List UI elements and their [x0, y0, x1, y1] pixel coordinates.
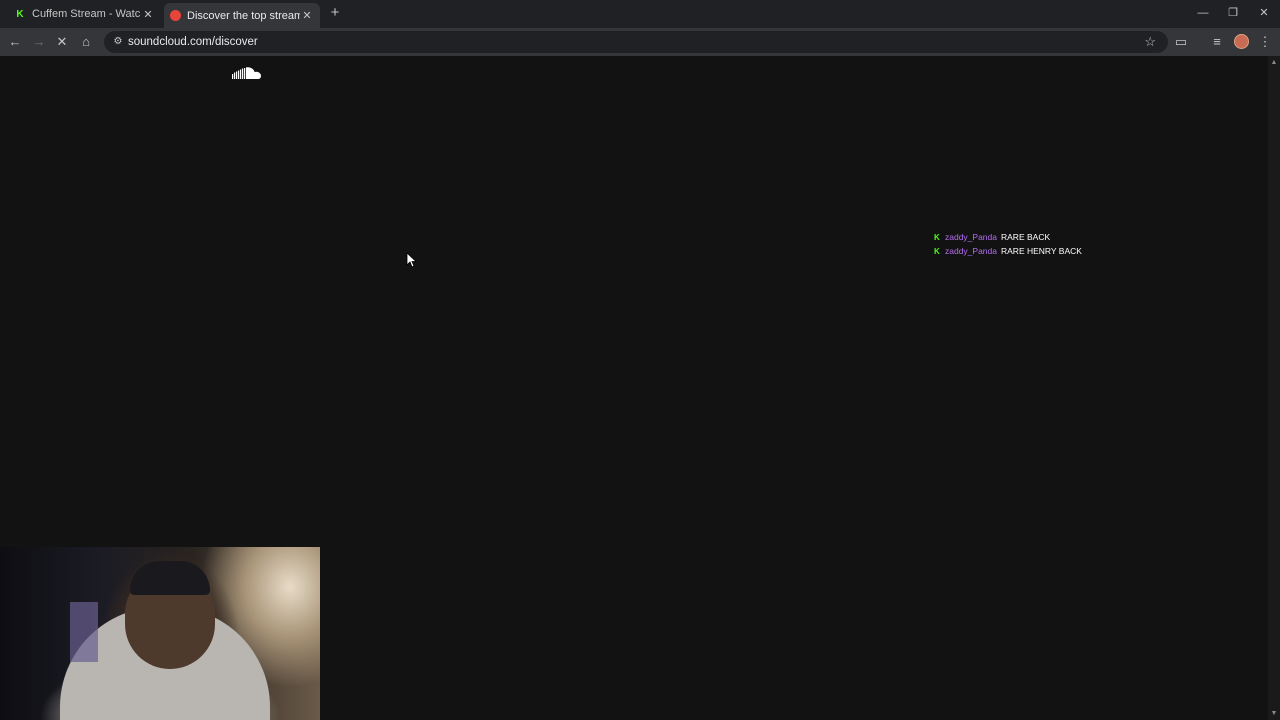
back-icon[interactable]: ←: [7, 34, 23, 50]
webcam-overlay: [0, 547, 320, 720]
url-text[interactable]: soundcloud.com/discover: [128, 31, 258, 53]
scroll-up-icon[interactable]: ▲: [1270, 59, 1278, 66]
chat-message: K zaddy_Panda RARE BACK: [934, 230, 1082, 244]
site-info-icon[interactable]: ⚙: [111, 35, 125, 49]
kick-badge-icon: K: [934, 232, 940, 242]
bookmark-star-icon[interactable]: ☆: [1144, 34, 1156, 50]
close-window-button[interactable]: ✕: [1255, 5, 1273, 21]
mouse-cursor-icon: [406, 252, 416, 268]
chat-text: RARE HENRY BACK: [1001, 246, 1082, 256]
chat-username: zaddy_Panda: [945, 232, 997, 242]
chat-message: K zaddy_Panda RARE HENRY BACK: [934, 244, 1082, 258]
home-icon[interactable]: ⌂: [78, 34, 94, 50]
scrollbar[interactable]: ▲ ▼: [1268, 56, 1280, 720]
new-tab-button[interactable]: +: [327, 5, 343, 21]
scroll-down-icon[interactable]: ▼: [1270, 710, 1278, 717]
minimize-button[interactable]: —: [1194, 5, 1212, 21]
tab-soundcloud-discover[interactable]: Discover the top streamed music ✕: [164, 3, 320, 28]
browser-toolbar: ← → ✕ ⌂ ⚙ soundcloud.com/discover ☆ ▭ ≡ …: [0, 28, 1280, 56]
stream-chat-overlay: K zaddy_Panda RARE BACK K zaddy_Panda RA…: [934, 230, 1082, 258]
chat-text: RARE BACK: [1001, 232, 1051, 242]
address-bar[interactable]: ⚙ soundcloud.com/discover ☆: [104, 31, 1168, 53]
close-tab-icon[interactable]: ✕: [141, 8, 155, 21]
menu-icon[interactable]: ⋮: [1257, 34, 1273, 50]
close-tab-icon[interactable]: ✕: [300, 9, 314, 22]
chat-username: zaddy_Panda: [945, 246, 997, 256]
restore-button[interactable]: ❐: [1224, 5, 1242, 21]
profile-avatar[interactable]: [1234, 34, 1249, 49]
tab-title: Cuffem Stream - Watch Live on Kick: [32, 8, 141, 20]
cast-icon[interactable]: ▭: [1173, 34, 1189, 50]
monitor-glow: [70, 602, 98, 662]
tab-strip: K Cuffem Stream - Watch Live on Kick ✕ D…: [0, 0, 1280, 28]
tab-title: Discover the top streamed music: [187, 9, 300, 22]
streamer-cap: [130, 561, 210, 595]
soundcloud-logo-icon[interactable]: [231, 66, 267, 82]
stop-loading-icon[interactable]: ✕: [54, 34, 70, 50]
tab-kick-stream[interactable]: K Cuffem Stream - Watch Live on Kick ✕: [8, 3, 161, 25]
kick-icon: K: [16, 8, 24, 20]
media-controls-icon[interactable]: ≡: [1209, 34, 1225, 50]
forward-icon[interactable]: →: [31, 34, 47, 50]
soundcloud-icon: [170, 10, 181, 21]
kick-badge-icon: K: [934, 246, 940, 256]
